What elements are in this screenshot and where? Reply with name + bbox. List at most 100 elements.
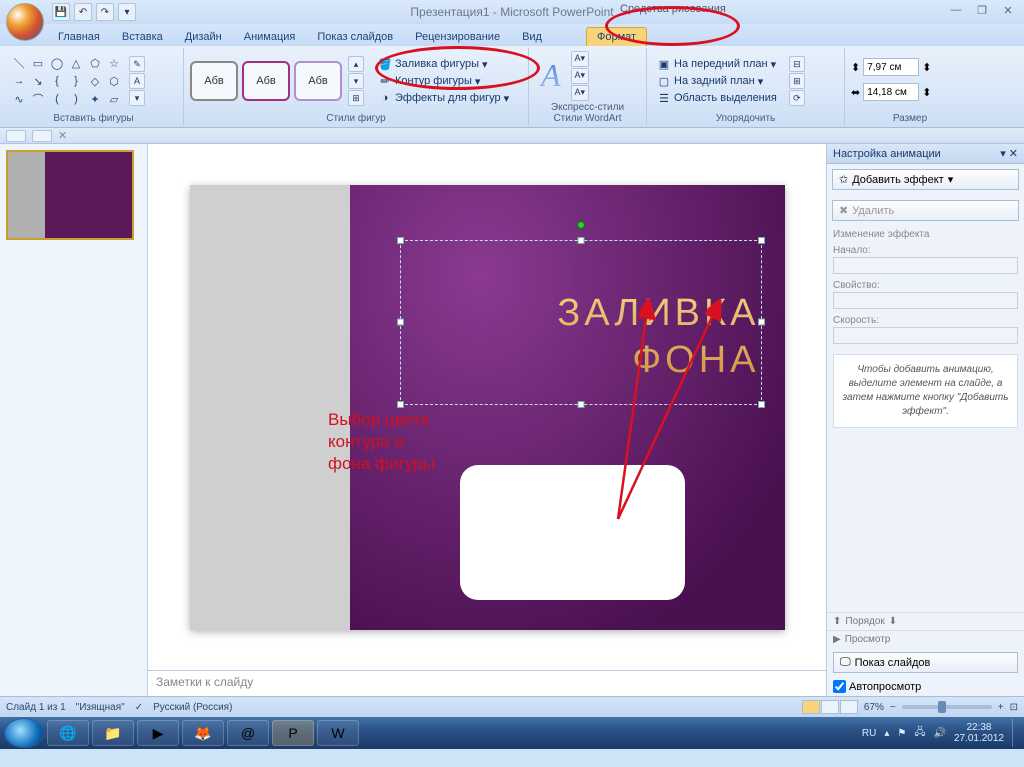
shape-effects-button[interactable]: ◑Эффекты для фигур ▾ xyxy=(374,90,513,106)
taskpane-close-icon[interactable]: ✕ xyxy=(1009,148,1018,160)
normal-view-icon[interactable] xyxy=(802,700,820,714)
slide[interactable]: ЗАЛИВКАФОНА xyxy=(190,185,785,630)
rotate-handle[interactable] xyxy=(577,221,585,229)
shape-style-1[interactable]: Абв xyxy=(190,61,238,101)
tab-view[interactable]: Вид xyxy=(512,28,552,46)
text-effects-icon[interactable]: A▾ xyxy=(571,85,590,101)
shape-outline-button[interactable]: ✏Контур фигуры ▾ xyxy=(374,73,513,89)
close-icon[interactable]: ✕ xyxy=(996,2,1020,18)
tab-slideshow[interactable]: Показ слайдов xyxy=(307,28,403,46)
tray-up-icon[interactable]: ▴ xyxy=(884,728,889,739)
show-desktop[interactable] xyxy=(1012,719,1020,747)
ie-icon[interactable]: 🌐 xyxy=(47,720,89,746)
redo-icon[interactable]: ↷ xyxy=(96,3,114,21)
spinner-icon[interactable]: ⬍ xyxy=(922,86,931,99)
bring-front-button[interactable]: ▣На передний план ▾ xyxy=(653,56,781,72)
minimize-icon[interactable]: — xyxy=(944,2,968,18)
spellcheck-icon[interactable]: ✓ xyxy=(135,702,143,713)
slide-content-box[interactable] xyxy=(460,465,685,600)
styles-more-icon[interactable]: ⊞ xyxy=(348,90,364,106)
tab-animation[interactable]: Анимация xyxy=(234,28,306,46)
slide-thumbnail-1[interactable] xyxy=(6,150,134,240)
wmp-icon[interactable]: ▶ xyxy=(137,720,179,746)
tab-design[interactable]: Дизайн xyxy=(175,28,232,46)
flag-icon[interactable]: ⚑ xyxy=(897,728,906,739)
send-back-button[interactable]: ▢На задний план ▾ xyxy=(653,73,781,89)
explorer-icon[interactable]: 📁 xyxy=(92,720,134,746)
tab-format[interactable]: Формат xyxy=(586,27,647,46)
save-icon[interactable]: 💾 xyxy=(52,3,70,21)
theme-name: "Изящная" xyxy=(76,702,125,713)
shape-style-3[interactable]: Абв xyxy=(294,61,342,101)
notes-pane[interactable]: Заметки к слайду xyxy=(148,670,826,696)
zoom-value[interactable]: 67% xyxy=(864,702,884,713)
resize-handle[interactable] xyxy=(397,237,404,244)
text-outline-icon[interactable]: A▾ xyxy=(571,68,590,84)
width-input[interactable]: 14,18 см xyxy=(863,83,919,101)
sorter-view-icon[interactable] xyxy=(821,700,839,714)
language-bar[interactable]: RU xyxy=(862,728,876,739)
powerpoint-task-icon[interactable]: P xyxy=(272,720,314,746)
align-icon[interactable]: ⊟ xyxy=(789,56,805,72)
group-icon[interactable]: ⊞ xyxy=(789,73,805,89)
shape-style-2[interactable]: Абв xyxy=(242,61,290,101)
shapes-gallery[interactable]: ＼▭◯△⬠☆ →↘{}◇⬡ ∿⌒()✦▱ xyxy=(10,55,123,108)
firefox-icon[interactable]: 🦊 xyxy=(182,720,224,746)
shape-fill-button[interactable]: 🪣Заливка фигуры ▾ xyxy=(374,56,513,72)
more-shapes-icon[interactable]: ▾ xyxy=(129,90,145,106)
rotate-icon[interactable]: ⟳ xyxy=(789,90,805,106)
clock[interactable]: 22:38 27.01.2012 xyxy=(954,722,1004,745)
edit-shape-icon[interactable]: ✎ xyxy=(129,56,145,72)
status-bar: Слайд 1 из 1 "Изящная" ✓ Русский (Россия… xyxy=(0,696,1024,717)
office-button[interactable] xyxy=(6,3,44,41)
mail-icon[interactable]: @ xyxy=(227,720,269,746)
volume-icon[interactable]: 🔊 xyxy=(933,728,945,739)
slideshow-view-icon[interactable] xyxy=(840,700,858,714)
start-field[interactable] xyxy=(833,257,1018,274)
resize-handle[interactable] xyxy=(758,237,765,244)
slide-thumbnails: 1 xyxy=(0,144,148,696)
resize-handle[interactable] xyxy=(758,401,765,408)
height-input[interactable]: 7,97 см xyxy=(863,58,919,76)
autopreview-checkbox[interactable] xyxy=(833,680,846,693)
group-label: Упорядочить xyxy=(653,112,838,124)
selection-pane-button[interactable]: ☰Область выделения xyxy=(653,90,781,106)
language-indicator[interactable]: Русский (Россия) xyxy=(153,702,232,713)
styles-up-icon[interactable]: ▴ xyxy=(348,56,364,72)
undo-icon[interactable]: ↶ xyxy=(74,3,92,21)
spinner-icon[interactable]: ⬍ xyxy=(922,61,931,74)
network-icon[interactable]: 🖧 xyxy=(914,725,925,742)
outline-tab[interactable] xyxy=(32,130,52,142)
qat-more-icon[interactable]: ▾ xyxy=(118,3,136,21)
star-icon: ✩ xyxy=(839,173,848,186)
tab-home[interactable]: Главная xyxy=(48,28,110,46)
resize-handle[interactable] xyxy=(397,401,404,408)
zoom-slider[interactable] xyxy=(902,705,992,709)
fit-window-icon[interactable]: ⊡ xyxy=(1010,702,1018,713)
reorder-up-icon[interactable]: ⬆ xyxy=(833,616,841,627)
slideshow-button[interactable]: 🖵Показ слайдов xyxy=(833,652,1018,673)
remove-effect-button[interactable]: ✖Удалить xyxy=(832,200,1019,221)
resize-handle[interactable] xyxy=(397,319,404,326)
tab-review[interactable]: Рецензирование xyxy=(405,28,510,46)
text-box-icon[interactable]: A xyxy=(129,73,145,89)
resize-handle[interactable] xyxy=(577,401,584,408)
text-fill-icon[interactable]: A▾ xyxy=(571,51,590,67)
start-button[interactable] xyxy=(4,718,44,748)
maximize-icon[interactable]: ❐ xyxy=(970,2,994,18)
wordart-gallery-icon[interactable]: A xyxy=(535,57,567,94)
titlebar: 💾 ↶ ↷ ▾ Презентация1 - Microsoft PowerPo… xyxy=(0,0,1024,24)
styles-down-icon[interactable]: ▾ xyxy=(348,73,364,89)
reorder-down-icon[interactable]: ⬇ xyxy=(889,616,897,627)
tab-insert[interactable]: Вставка xyxy=(112,28,173,46)
zoom-in-icon[interactable]: + xyxy=(998,702,1004,713)
play-icon[interactable]: ▶ xyxy=(833,634,841,645)
add-effect-button[interactable]: ✩Добавить эффект ▾ xyxy=(832,169,1019,190)
speed-field[interactable] xyxy=(833,327,1018,344)
resize-handle[interactable] xyxy=(577,237,584,244)
slides-tab[interactable] xyxy=(6,130,26,142)
zoom-out-icon[interactable]: − xyxy=(890,702,896,713)
word-task-icon[interactable]: W xyxy=(317,720,359,746)
taskpane-dropdown-icon[interactable]: ▾ xyxy=(1000,148,1006,160)
property-field[interactable] xyxy=(833,292,1018,309)
